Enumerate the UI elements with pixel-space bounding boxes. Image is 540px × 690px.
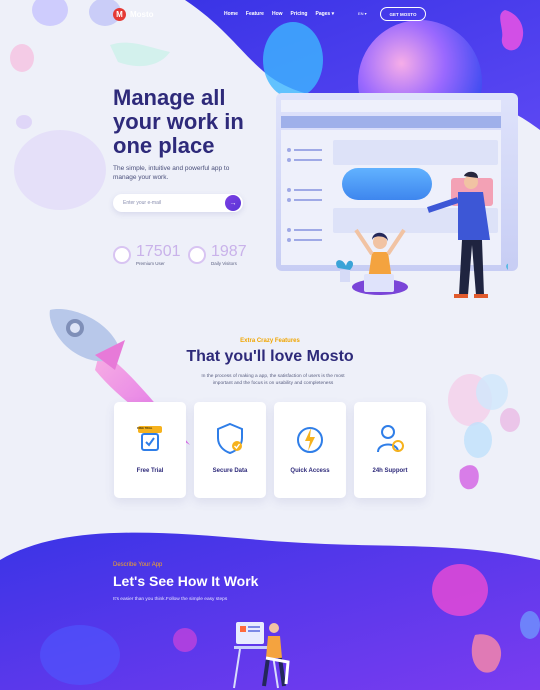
feature-card-free-trial[interactable]: FREE TRIAL Free Trial bbox=[114, 402, 186, 498]
features-description: In the process of making a app, the sati… bbox=[188, 373, 358, 387]
nav-pages[interactable]: Pages ▾ bbox=[315, 11, 334, 17]
stat-value: 17501 bbox=[136, 243, 181, 260]
decorative-blobs bbox=[448, 374, 520, 490]
brand-name: Mosto bbox=[130, 10, 154, 19]
hero-subtitle-line: The simple, intuitive and powerful app t… bbox=[113, 165, 230, 172]
feature-card-label: Free Trial bbox=[136, 468, 164, 474]
feature-card-label: 24h Support bbox=[372, 468, 408, 474]
stat-value: 1987 bbox=[211, 243, 247, 260]
hero-subtitle-line: manage your work. bbox=[113, 174, 169, 181]
hero-title: Manage all your work in one place bbox=[113, 86, 263, 158]
stat-daily-visitors: 1987 Daily Visitors bbox=[188, 243, 247, 266]
feature-card-quick-access[interactable]: Quick Access bbox=[274, 402, 346, 498]
main-nav: Home Feature How Pricing Pages ▾ bbox=[224, 11, 334, 17]
arrow-right-icon: → bbox=[229, 199, 237, 207]
nav-pricing[interactable]: Pricing bbox=[291, 11, 308, 17]
nav-feature[interactable]: Feature bbox=[246, 11, 264, 17]
nav-pages-label: Pages bbox=[315, 11, 331, 17]
submit-email-button[interactable]: → bbox=[225, 195, 241, 211]
feature-card-24h-support[interactable]: 24h Support bbox=[354, 402, 426, 498]
nav-how[interactable]: How bbox=[272, 11, 283, 17]
how-subtitle: It's easier than you think.Follow the si… bbox=[113, 597, 228, 602]
hero-subtitle: The simple, intuitive and powerful app t… bbox=[113, 164, 273, 182]
visitors-badge-icon bbox=[188, 245, 206, 264]
language-label: EN bbox=[358, 11, 364, 16]
people-illustration bbox=[336, 171, 508, 298]
hero-title-line: one place bbox=[113, 133, 215, 158]
language-select[interactable]: EN ▾ bbox=[358, 11, 367, 16]
features-kicker: Extra Crazy Features bbox=[240, 338, 300, 344]
feature-card-label: Quick Access bbox=[290, 468, 330, 474]
screen-panel bbox=[333, 140, 498, 165]
feature-card-label: Secure Data bbox=[212, 468, 248, 474]
hero-title-line: Manage all bbox=[113, 85, 226, 110]
shield-check-icon bbox=[217, 422, 243, 454]
features-description-line: important and the focus is on usability … bbox=[212, 381, 334, 386]
feature-card-secure-data[interactable]: Secure Data bbox=[194, 402, 266, 498]
nav-home[interactable]: Home bbox=[224, 11, 238, 17]
features-title: That you'll love Mosto bbox=[186, 348, 354, 365]
support-agent-icon bbox=[377, 425, 404, 453]
email-input[interactable]: Enter your e-mail bbox=[123, 200, 161, 206]
user-badge-icon bbox=[113, 245, 131, 264]
chevron-down-icon: ▾ bbox=[331, 11, 335, 17]
logo-mark-icon: M bbox=[113, 8, 126, 21]
monitor-header-bar bbox=[281, 116, 501, 128]
brand-logo[interactable]: M Mosto bbox=[113, 8, 154, 21]
lightning-icon bbox=[297, 427, 323, 453]
hero-title-line: your work in bbox=[113, 109, 244, 134]
workstation-illustration bbox=[233, 622, 290, 689]
get-mosto-button[interactable]: GET MOSTO bbox=[380, 7, 426, 21]
stat-label: Daily Visitors bbox=[211, 261, 237, 266]
how-kicker: Describe Your App bbox=[113, 562, 163, 568]
stat-label: Premium User bbox=[136, 261, 165, 266]
email-form: Enter your e-mail → bbox=[113, 194, 243, 212]
stat-premium-users: 17501 Premium User bbox=[113, 243, 181, 266]
how-title: Let's See How It Work bbox=[113, 573, 259, 589]
free-trial-tag: FREE TRIAL bbox=[137, 427, 153, 430]
monitor-top-bar bbox=[281, 100, 501, 112]
features-description-line: In the process of making a app, the sati… bbox=[201, 374, 345, 379]
